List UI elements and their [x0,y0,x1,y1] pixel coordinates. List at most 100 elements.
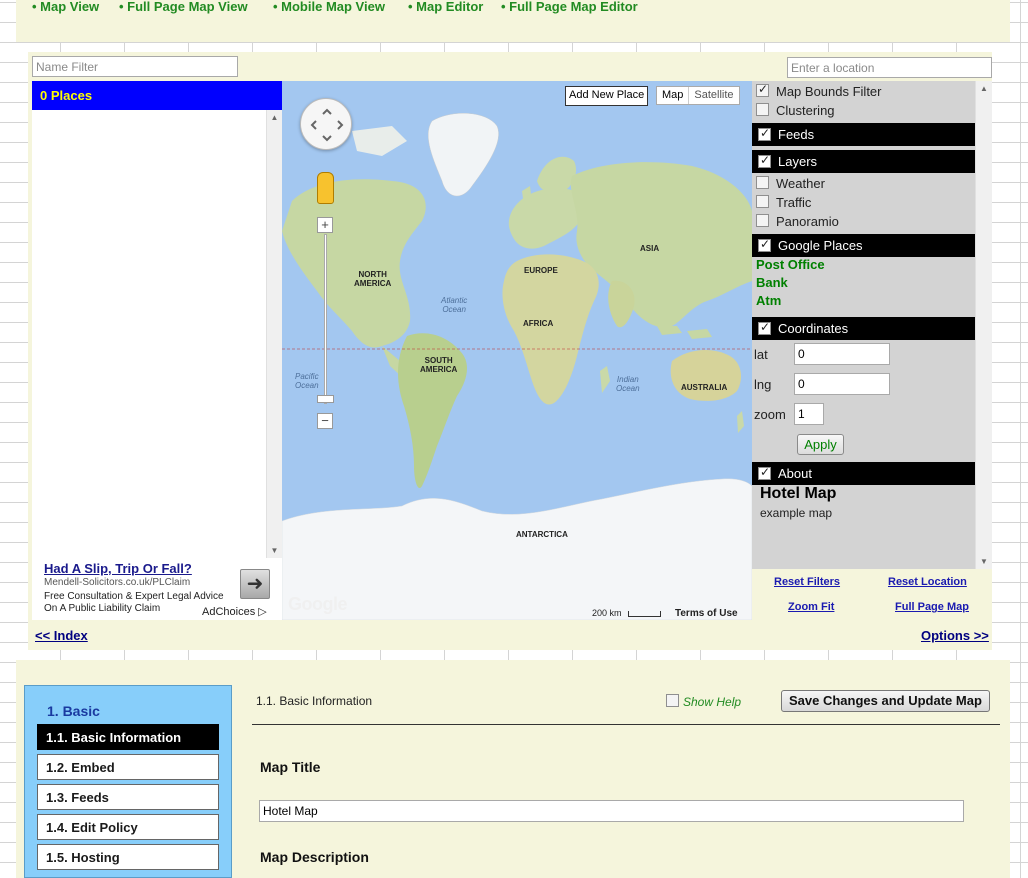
section-divider [252,724,1000,725]
nav-map-view-link[interactable]: • Map View [32,0,99,14]
nav-map-editor-link[interactable]: • Map Editor [408,0,483,14]
full-page-map-link[interactable]: Full Page Map [895,601,969,613]
about-label: About [778,466,812,481]
antarctica-label: ANTARCTICA [516,530,568,539]
traffic-checkbox[interactable] [756,195,769,208]
settings-nav-embed[interactable]: 1.2. Embed [37,754,219,780]
about-checkbox[interactable] [758,465,771,480]
pan-control-icon[interactable] [300,98,352,150]
lng-input[interactable] [794,373,890,395]
atlantic-ocean-label: Atlantic Ocean [441,296,468,314]
zoom-input[interactable] [794,403,824,425]
ad-description-line1: Free Consultation & Expert Legal Advice [44,591,224,602]
north-america-label: NORTH AMERICA [354,270,392,288]
panoramio-checkbox[interactable] [756,214,769,227]
ad-choices-link[interactable]: AdChoices ▷ [202,605,267,618]
scroll-down-arrow-icon[interactable]: ▼ [976,557,992,566]
place-type-bank[interactable]: Bank [756,275,788,290]
index-link[interactable]: << Index [35,628,88,643]
ad-arrow-icon[interactable]: ➜ [240,569,270,599]
pacific-ocean-label: Pacific Ocean [295,372,319,390]
about-map-title: Hotel Map [760,485,837,502]
show-help-label[interactable]: Show Help [683,695,741,709]
map-bounds-filter-checkbox[interactable] [756,82,769,97]
nav-full-page-map-editor-link[interactable]: • Full Page Map Editor [501,0,638,14]
scroll-down-arrow-icon[interactable]: ▼ [267,546,282,555]
settings-nav-feeds[interactable]: 1.3. Feeds [37,784,219,810]
feeds-label: Feeds [778,127,815,142]
clustering-label: Clustering [776,103,835,118]
ad-url[interactable]: Mendell-Solicitors.co.uk/PLClaim [44,577,190,588]
nav-mobile-map-view-link[interactable]: • Mobile Map View [273,0,385,14]
google-places-checkbox[interactable] [758,237,771,252]
zoom-slider-thumb[interactable] [317,395,334,403]
indian-ocean-label: Indian Ocean [616,375,640,393]
layers-label: Layers [778,154,818,169]
map-type-control[interactable]: Map Satellite [656,86,740,105]
south-america-label: SOUTH AMERICA [420,356,458,374]
top-nav: • Map View • Full Page Map View • Mobile… [16,0,1010,42]
add-new-place-button[interactable]: Add New Place [565,86,649,106]
places-count-header: 0 Places [32,81,282,110]
settings-nav-edit-policy[interactable]: 1.4. Edit Policy [37,814,219,840]
map-description-label: Map Description [260,849,369,865]
ad-title-link[interactable]: Had A Slip, Trip Or Fall? [44,561,192,576]
zoom-fit-link[interactable]: Zoom Fit [788,601,834,613]
scroll-up-arrow-icon[interactable]: ▲ [267,113,282,122]
reset-filters-link[interactable]: Reset Filters [774,576,840,588]
name-filter-input[interactable] [32,56,238,77]
settings-nav-hosting[interactable]: 1.5. Hosting [37,844,219,870]
google-places-section-header[interactable]: Google Places [752,234,975,257]
map-type-satellite-button[interactable]: Satellite [689,87,738,104]
apply-button[interactable]: Apply [797,434,844,455]
weather-label: Weather [776,176,825,191]
places-list[interactable]: ▲ ▼ [32,110,282,558]
reset-location-link[interactable]: Reset Location [888,576,967,588]
about-section-header[interactable]: About [752,462,975,485]
zoom-in-button[interactable]: + [317,217,333,233]
africa-label: AFRICA [523,319,554,328]
zoom-out-button[interactable]: − [317,413,333,429]
places-list-scrollbar[interactable]: ▲ ▼ [266,110,282,558]
nav-full-page-map-view-link[interactable]: • Full Page Map View [119,0,248,14]
about-map-description: example map [760,506,833,520]
clustering-checkbox[interactable] [756,103,769,116]
save-changes-button[interactable]: Save Changes and Update Map [781,690,990,712]
settings-section-title: 1.1. Basic Information [256,694,373,708]
world-map[interactable]: NORTH AMERICA SOUTH AMERICA EUROPE ASIA … [282,81,752,620]
options-link[interactable]: Options >> [921,628,989,643]
place-type-post-office[interactable]: Post Office [756,257,825,272]
google-logo: Google [288,594,348,614]
australia-label: AUSTRALIA [681,383,728,392]
zoom-slider-track[interactable] [324,234,327,404]
map-type-map-button[interactable]: Map [657,87,690,104]
map-title-input[interactable] [259,800,964,822]
layers-section-header[interactable]: Layers [752,150,975,173]
feeds-section-header[interactable]: Feeds [752,123,975,146]
coordinates-checkbox[interactable] [758,320,771,335]
europe-label: EUROPE [524,266,558,275]
settings-nav-basic-information[interactable]: 1.1. Basic Information [37,724,219,750]
layers-checkbox[interactable] [758,153,771,168]
scroll-up-arrow-icon[interactable]: ▲ [976,84,992,93]
feeds-checkbox[interactable] [758,126,771,141]
lat-label: lat [754,347,768,362]
terms-of-use-link[interactable]: Terms of Use [675,608,738,619]
asia-label: ASIA [640,244,660,253]
lat-input[interactable] [794,343,890,365]
lng-label: lng [754,377,772,392]
panoramio-label: Panoramio [776,214,839,229]
place-type-atm[interactable]: Atm [756,293,781,308]
google-places-label: Google Places [778,238,863,253]
show-help-checkbox[interactable] [666,694,679,707]
location-search-input[interactable] [787,57,992,78]
zoom-label: zoom [754,407,786,422]
coordinates-section-header[interactable]: Coordinates [752,317,975,340]
street-view-pegman-icon[interactable] [317,172,334,204]
settings-nav-group-title: 1. Basic [47,703,100,719]
coordinates-label: Coordinates [778,321,849,336]
ad-description-line2: On A Public Liability Claim [44,603,161,614]
sidebar-scrollbar[interactable]: ▲ ▼ [975,81,992,569]
weather-checkbox[interactable] [756,176,769,189]
world-map-graphic [282,112,752,620]
